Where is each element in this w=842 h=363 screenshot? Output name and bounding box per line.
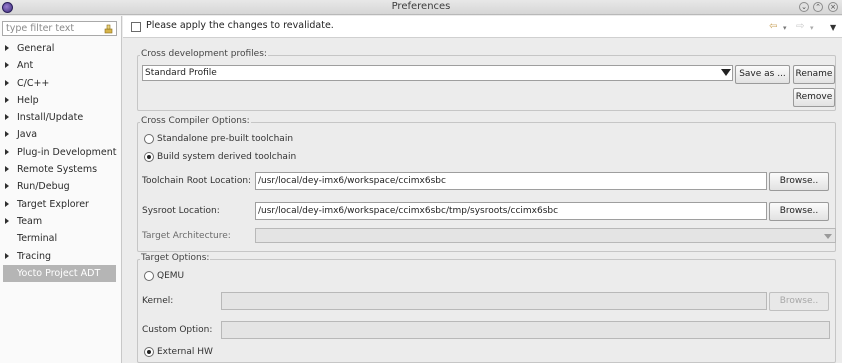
preference-page: Please apply the changes to revalidate. … — [123, 16, 842, 363]
tree-item-yocto-project-adt[interactable]: Yocto Project ADT — [3, 264, 116, 283]
toolchain-root-label: Toolchain Root Location: — [142, 176, 252, 186]
message-icon — [131, 22, 141, 32]
cross-compiler-group: Cross Compiler Options: Standalone pre-b… — [137, 116, 836, 252]
tree-item-install-update[interactable]: Install/Update — [0, 109, 121, 126]
message-bar: Please apply the changes to revalidate. … — [123, 16, 842, 38]
tree-item-cpp[interactable]: C/C++ — [0, 75, 121, 92]
expand-arrow-icon[interactable] — [5, 183, 9, 190]
cross-compiler-group-label: Cross Compiler Options: — [140, 116, 251, 126]
expand-arrow-icon[interactable] — [5, 252, 9, 259]
expand-arrow-icon[interactable] — [5, 217, 9, 224]
maximize-icon[interactable]: ⌃ — [813, 2, 823, 12]
filter-placeholder: type filter text — [6, 23, 75, 34]
custom-option-label: Custom Option: — [142, 325, 213, 335]
minimize-icon[interactable]: ⌄ — [799, 2, 809, 12]
tree-item-tracing[interactable]: Tracing — [0, 248, 121, 265]
build-system-toolchain-radio[interactable] — [144, 152, 154, 162]
profiles-group: Cross development profiles: Standard Pro… — [137, 49, 836, 111]
window-title: Preferences — [391, 1, 451, 12]
target-architecture-label: Target Architecture: — [142, 231, 231, 241]
title-bar: Preferences ⌄ ⌃ × — [0, 0, 842, 15]
expand-arrow-icon[interactable] — [5, 200, 9, 207]
toolchain-root-browse-button[interactable]: Browse.. — [769, 172, 829, 191]
expand-arrow-icon[interactable] — [5, 148, 9, 155]
sysroot-browse-button[interactable]: Browse.. — [769, 202, 829, 221]
forward-arrow-icon[interactable]: ⇨ — [796, 21, 804, 32]
target-options-group: Target Options: QEMU Kernel: Browse.. Cu… — [137, 253, 836, 363]
preferences-sidebar: type filter text General Ant C/C++ Help … — [0, 16, 122, 363]
tree-item-java[interactable]: Java — [0, 126, 121, 143]
toolchain-root-input[interactable]: /usr/local/dey-imx6/workspace/ccimx6sbc — [255, 172, 767, 190]
target-architecture-select[interactable] — [255, 228, 836, 243]
tree-item-plugin-development[interactable]: Plug-in Development — [0, 144, 121, 161]
filter-input[interactable]: type filter text — [2, 21, 117, 36]
forward-menu-chevron-icon[interactable]: ▾ — [810, 24, 814, 32]
expand-arrow-icon[interactable] — [5, 79, 9, 86]
tree-item-team[interactable]: Team — [0, 213, 121, 230]
expand-arrow-icon[interactable] — [5, 166, 9, 173]
chevron-down-icon[interactable] — [721, 69, 731, 76]
expand-arrow-icon[interactable] — [5, 131, 9, 138]
validation-message: Please apply the changes to revalidate. — [146, 20, 334, 31]
preferences-tree: General Ant C/C++ Help Install/Update Ja… — [0, 40, 121, 283]
qemu-label: QEMU — [157, 271, 185, 281]
tree-item-terminal[interactable]: Terminal — [0, 230, 121, 247]
target-options-group-label: Target Options: — [140, 253, 211, 263]
kernel-label: Kernel: — [142, 296, 174, 306]
kernel-browse-button[interactable]: Browse.. — [769, 292, 829, 311]
clear-filter-icon[interactable] — [104, 24, 113, 34]
sysroot-label: Sysroot Location: — [142, 206, 220, 216]
qemu-radio[interactable] — [144, 271, 154, 281]
tree-item-general[interactable]: General — [0, 40, 121, 57]
back-menu-chevron-icon[interactable]: ▾ — [783, 24, 787, 32]
rename-button[interactable]: Rename — [793, 65, 835, 84]
build-system-toolchain-label: Build system derived toolchain — [157, 152, 297, 162]
profile-select[interactable]: Standard Profile — [142, 65, 733, 81]
expand-arrow-icon[interactable] — [5, 96, 9, 103]
profiles-group-label: Cross development profiles: — [140, 49, 268, 59]
remove-button[interactable]: Remove — [793, 88, 835, 107]
custom-option-input[interactable] — [221, 321, 830, 339]
standalone-toolchain-radio[interactable] — [144, 134, 154, 144]
back-arrow-icon[interactable]: ⇦ — [769, 21, 777, 32]
tree-item-remote-systems[interactable]: Remote Systems — [0, 161, 121, 178]
close-icon[interactable]: × — [828, 2, 838, 12]
tree-item-help[interactable]: Help — [0, 92, 121, 109]
tree-item-ant[interactable]: Ant — [0, 57, 121, 74]
tree-item-run-debug[interactable]: Run/Debug — [0, 178, 121, 195]
external-hw-label: External HW — [157, 347, 213, 357]
view-menu-icon[interactable]: ▼ — [830, 23, 836, 32]
expand-arrow-icon[interactable] — [5, 62, 9, 69]
save-as-button[interactable]: Save as ... — [735, 65, 790, 84]
tree-item-target-explorer[interactable]: Target Explorer — [0, 196, 121, 213]
external-hw-radio[interactable] — [144, 347, 154, 357]
expand-arrow-icon[interactable] — [5, 114, 9, 121]
sysroot-input[interactable]: /usr/local/dey-imx6/workspace/ccimx6sbc/… — [255, 202, 767, 220]
standalone-toolchain-label: Standalone pre-built toolchain — [157, 134, 294, 144]
kernel-input[interactable] — [221, 292, 767, 310]
expand-arrow-icon[interactable] — [5, 45, 9, 51]
chevron-down-icon[interactable] — [824, 234, 832, 239]
